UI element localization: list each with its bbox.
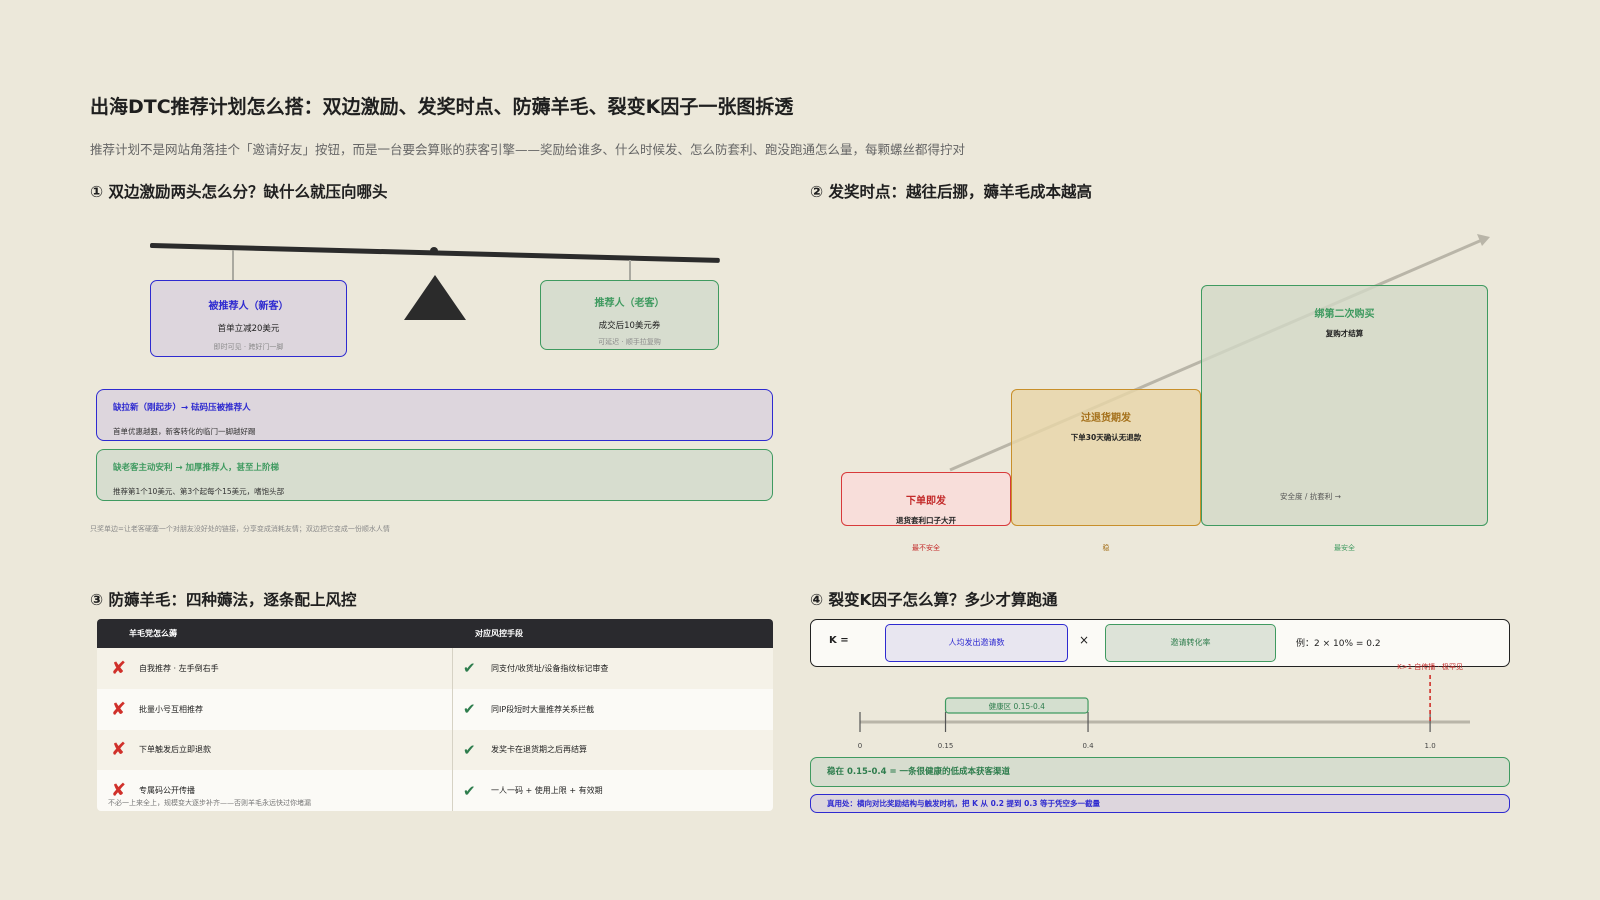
section1-footnote: 只奖单边=让老客硬塞一个对朋友没好处的链接，分享变成消耗友情；双边把它变成一份顺… — [90, 525, 390, 533]
rule-new-title: 缺拉新（刚起步）→ 砝码压被推荐人 — [113, 403, 251, 413]
step-second-purchase-sub: 复购才结算 — [1325, 329, 1364, 338]
referrer-title: 推荐人（老客） — [594, 298, 665, 309]
viral-threshold-label: K>1 自传播 · 极罕见 — [1397, 662, 1463, 671]
safety-arrow-label: 安全度 / 抗套利 → — [1280, 492, 1341, 501]
k-tick-label: 0.4 — [1082, 742, 1094, 750]
table-row: ✘ 自我推荐 · 左手倒右手 ✔ 同支付/收货址/设备指纹标记审查 — [97, 648, 773, 689]
step-on-order-sub: 退货套利口子大开 — [896, 516, 956, 525]
k-tick-label: 0.15 — [938, 742, 954, 750]
cross-icon: ✘ — [111, 657, 127, 679]
check-icon: ✔ — [463, 781, 476, 800]
defense-text: 同IP段短时大量推荐关系拦截 — [491, 704, 595, 714]
rule-new-desc: 首单优惠越狠，新客转化的临门一脚越好踢 — [113, 427, 256, 436]
col-header-attack: 羊毛党怎么薅 — [129, 629, 177, 638]
attack-text: 批量小号互相推荐 — [139, 704, 203, 714]
step-second-purchase-title: 绑第二次购买 — [1314, 309, 1375, 320]
new-customer-title: 被推荐人（新客） — [208, 301, 289, 312]
k-example: 例：2 × 10% = 0.2 — [1296, 639, 1381, 649]
table-note: 不必一上来全上，规模变大逐步补齐——否则羊毛永远快过你堵漏 — [108, 799, 311, 807]
col-header-defense: 对应风控手段 — [475, 629, 523, 638]
rule-box-new: 缺拉新（刚起步）→ 砝码压被推荐人 首单优惠越狠，新客转化的临门一脚越好踢 — [96, 389, 773, 441]
step-after-return-sub: 下单30天确认无退款 — [1070, 433, 1142, 442]
check-icon: ✔ — [463, 740, 476, 759]
cross-icon: ✘ — [111, 698, 127, 720]
times-sign: × — [1079, 633, 1090, 647]
table-header: 羊毛党怎么薅 对应风控手段 — [97, 619, 773, 648]
page-title: 出海DTC推荐计划怎么搭：双边激励、发奖时点、防薅羊毛、裂变K因子一张图拆透 — [90, 96, 794, 118]
step-on-order-label: 最不安全 — [912, 544, 940, 552]
defense-text: 发奖卡在退货期之后再结算 — [491, 745, 587, 755]
left-hanger — [232, 250, 234, 280]
factor-conversion: 邀请转化率 — [1105, 624, 1276, 662]
table-row: ✘ 批量小号互相推荐 ✔ 同IP段短时大量推荐关系拦截 — [97, 688, 773, 730]
defense-text: 同支付/收货址/设备指纹标记审查 — [491, 663, 609, 673]
attack-text: 专属码公开传播 — [139, 786, 195, 796]
step-after-return: 过退货期发 下单30天确认无退款 — [1011, 389, 1201, 526]
defense-text: 一人一码 + 使用上限 + 有效期 — [491, 786, 603, 796]
anti-fraud-table: 羊毛党怎么薅 对应风控手段 ✘ 自我推荐 · 左手倒右手 ✔ 同支付/收货址/设备指… — [97, 619, 773, 811]
step-on-order: 下单即发 退货套利口子大开 — [841, 472, 1011, 526]
attack-text: 下单触发后立即退款 — [139, 745, 211, 755]
page-subtitle: 推荐计划不是网站角落挂个「邀请好友」按钮，而是一台要会算账的获客引擎——奖励给谁… — [90, 142, 966, 157]
k-label: K = — [829, 635, 849, 646]
balance-pivot — [430, 247, 438, 255]
step-after-return-title: 过退货期发 — [1081, 413, 1131, 424]
new-customer-note: 即时可见 · 跨好门一脚 — [213, 343, 284, 351]
cross-icon: ✘ — [111, 739, 127, 761]
right-hanger — [629, 260, 631, 281]
k-tick-label: 1.0 — [1425, 742, 1436, 750]
factor-invites: 人均发出邀请数 — [885, 624, 1068, 662]
step-after-return-label: 稳 — [1102, 544, 1110, 552]
attack-text: 自我推荐 · 左手倒右手 — [139, 663, 219, 673]
k-scale: 0 0.15 0.4 1.0 健康区 0.15-0.4 K>1 自传播 · 极罕见 — [858, 662, 1470, 750]
healthy-band: 稳在 0.15-0.4 = 一条很健康的低成本获客渠道 — [810, 757, 1510, 787]
rule-referrer-desc: 推荐第1个10美元、第3个起每个15美元，嗜饱头部 — [113, 487, 285, 496]
section3-heading: ③ 防薅羊毛：四种薅法，逐条配上风控 — [90, 591, 357, 609]
referrer-box: 推荐人（老客） 成交后10美元券 可延迟 · 顺手拉复购 — [540, 280, 719, 350]
check-icon: ✔ — [463, 700, 476, 719]
new-customer-box: 被推荐人（新客） 首单立减20美元 即时可见 · 跨好门一脚 — [150, 280, 347, 357]
section4-heading: ④ 裂变K因子怎么算？多少才算跑通 — [810, 591, 1058, 609]
balance-fulcrum — [404, 275, 466, 320]
check-icon: ✔ — [463, 659, 476, 678]
k-tick-label: 0 — [858, 742, 862, 750]
section1-heading: ① 双边激励两头怎么分？缺什么就压向哪头 — [90, 183, 388, 201]
healthy-zone-label: 健康区 0.15-0.4 — [989, 701, 1045, 711]
rule-box-referrer: 缺老客主动安利 → 加厚推荐人，甚至上阶梯 推荐第1个10美元、第3个起每个15… — [96, 449, 773, 501]
referrer-note: 可延迟 · 顺手拉复购 — [598, 338, 661, 346]
step-second-purchase-label: 最安全 — [1334, 544, 1355, 552]
referrer-reward: 成交后10美元券 — [598, 321, 661, 331]
table-row: ✘ 下单触发后立即退款 ✔ 发奖卡在退货期之后再结算 — [97, 729, 773, 771]
step-on-order-title: 下单即发 — [906, 496, 946, 507]
usage-band: 真用处：横向对比奖励结构与触发时机，把 K 从 0.2 提到 0.3 等于凭空多… — [810, 794, 1510, 813]
new-customer-reward: 首单立减20美元 — [217, 324, 280, 334]
step-second-purchase: 绑第二次购买 复购才结算 安全度 / 抗套利 → — [1201, 285, 1488, 526]
section2-heading: ② 发奖时点：越往后挪，薅羊毛成本越高 — [810, 183, 1093, 201]
rule-referrer-title: 缺老客主动安利 → 加厚推荐人，甚至上阶梯 — [113, 463, 280, 473]
